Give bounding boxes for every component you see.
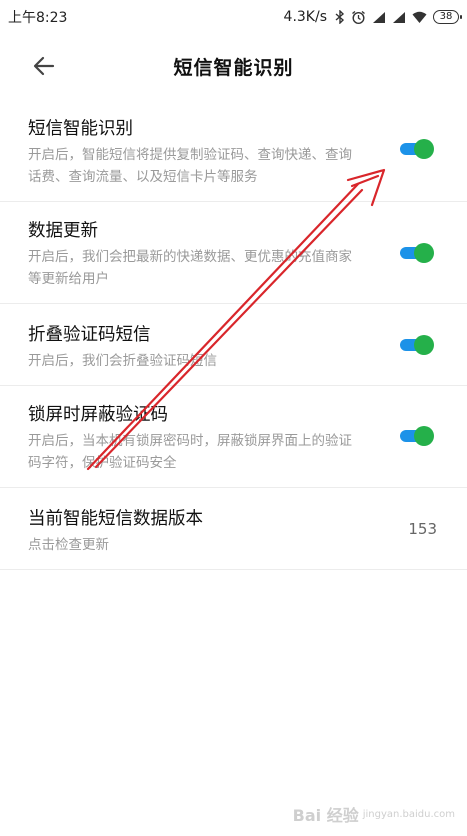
toggle-switch[interactable] bbox=[400, 139, 434, 159]
setting-title: 折叠验证码短信 bbox=[28, 325, 151, 345]
signal-icon bbox=[392, 11, 406, 24]
alarm-icon bbox=[351, 10, 366, 25]
setting-title: 当前智能短信数据版本 bbox=[28, 509, 203, 529]
toggle-knob bbox=[414, 139, 434, 159]
setting-data-update[interactable]: 数据更新 开启后，我们会把最新的快递数据、更优惠的充值商家等更新给用户 bbox=[0, 202, 467, 304]
toggle-knob bbox=[414, 335, 434, 355]
setting-fold-verification-sms[interactable]: 折叠验证码短信 开启后，我们会折叠验证码短信 bbox=[0, 304, 467, 386]
setting-smart-sms-recognition[interactable]: 短信智能识别 开启后，智能短信将提供复制验证码、查询快递、查询话费、查询流量、以… bbox=[0, 100, 467, 202]
setting-description: 开启后，我们会把最新的快递数据、更优惠的充值商家等更新给用户 bbox=[28, 249, 352, 287]
toggle-knob bbox=[414, 243, 434, 263]
signal-icon bbox=[372, 11, 386, 24]
version-value: 153 bbox=[408, 520, 437, 538]
wifi-icon bbox=[412, 11, 427, 24]
toggle-switch[interactable] bbox=[400, 426, 434, 446]
setting-title: 短信智能识别 bbox=[28, 119, 133, 139]
bluetooth-icon bbox=[335, 10, 345, 24]
back-button[interactable] bbox=[28, 50, 60, 82]
watermark-subtext: jingyan.baidu.com bbox=[362, 808, 455, 820]
status-bar: 上午8:23 4.3K/s 38 bbox=[0, 0, 467, 34]
network-speed: 4.3K/s bbox=[283, 9, 327, 25]
toggle-switch[interactable] bbox=[400, 243, 434, 263]
setting-description: 开启后，我们会折叠验证码短信 bbox=[28, 353, 217, 369]
watermark: Bai 经验 jingyan.baidu.com bbox=[293, 802, 455, 826]
screen: 上午8:23 4.3K/s 38 短信智能识别 短信智能识别 开启后，智能短信将… bbox=[0, 0, 467, 836]
toggle-knob bbox=[414, 426, 434, 446]
setting-data-version[interactable]: 当前智能短信数据版本 点击检查更新 153 bbox=[0, 488, 467, 570]
toggle-switch[interactable] bbox=[400, 335, 434, 355]
watermark-text: Bai 经验 bbox=[292, 806, 359, 825]
battery-level: 38 bbox=[439, 11, 453, 22]
battery-icon: 38 bbox=[433, 10, 462, 24]
back-arrow-icon bbox=[33, 56, 55, 76]
setting-description: 开启后，当本机有锁屏密码时，屏蔽锁屏界面上的验证码字符，保护验证码安全 bbox=[28, 433, 352, 471]
status-time: 上午8:23 bbox=[8, 10, 68, 26]
settings-list: 短信智能识别 开启后，智能短信将提供复制验证码、查询快递、查询话费、查询流量、以… bbox=[0, 100, 467, 570]
page-title: 短信智能识别 bbox=[173, 56, 294, 79]
setting-description: 开启后，智能短信将提供复制验证码、查询快递、查询话费、查询流量、以及短信卡片等服… bbox=[28, 147, 352, 185]
setting-description: 点击检查更新 bbox=[28, 537, 109, 553]
header: 短信智能识别 bbox=[0, 34, 467, 98]
setting-lockscreen-hide-code[interactable]: 锁屏时屏蔽验证码 开启后，当本机有锁屏密码时，屏蔽锁屏界面上的验证码字符，保护验… bbox=[0, 386, 467, 488]
status-icons: 4.3K/s 38 bbox=[283, 9, 462, 25]
setting-title: 数据更新 bbox=[28, 221, 98, 241]
setting-title: 锁屏时屏蔽验证码 bbox=[28, 405, 168, 425]
